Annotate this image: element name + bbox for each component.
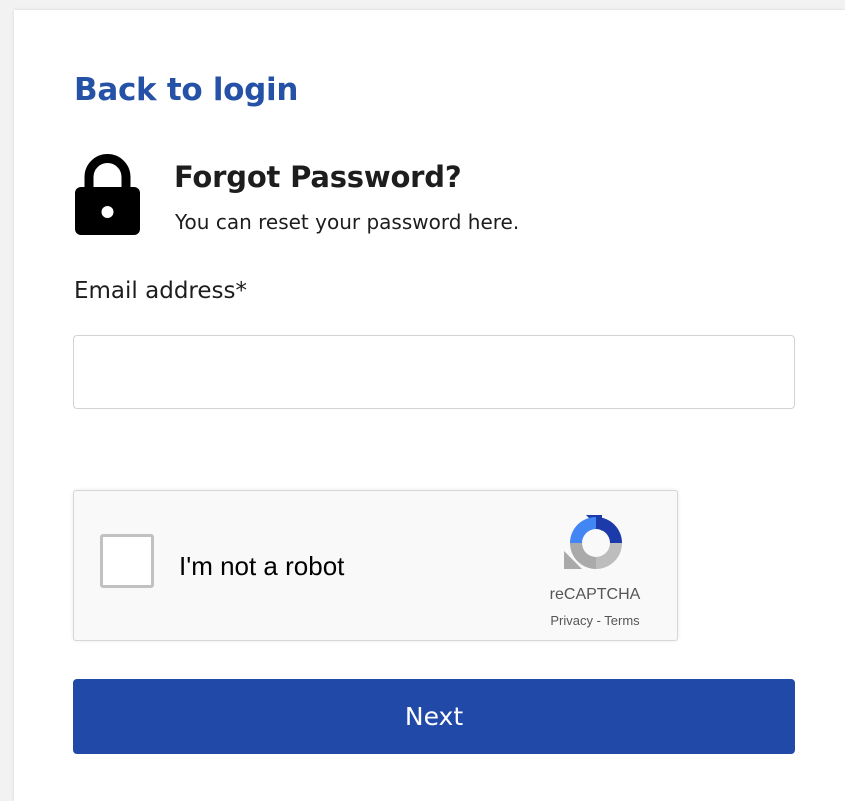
recaptcha-label: I'm not a robot <box>179 551 345 581</box>
recaptcha-brand: reCAPTCHA <box>549 586 641 603</box>
back-to-login-link[interactable]: Back to login <box>74 72 298 108</box>
recaptcha-checkbox[interactable] <box>100 534 154 588</box>
recaptcha-logo-icon <box>564 515 622 569</box>
recaptcha-links: Privacy - Terms <box>520 613 670 628</box>
lock-icon <box>75 154 140 235</box>
recaptcha-terms-link[interactable]: Terms <box>604 613 639 628</box>
recaptcha-privacy-link[interactable]: Privacy <box>550 613 593 628</box>
email-field[interactable] <box>73 335 795 409</box>
page-subtitle: You can reset your password here. <box>175 210 520 234</box>
page-title: Forgot Password? <box>174 160 462 194</box>
forgot-password-card: Back to login Forgot Password? You can r… <box>14 10 845 801</box>
next-button[interactable]: Next <box>73 679 795 754</box>
recaptcha-link-separator: - <box>592 613 605 628</box>
recaptcha-widget: I'm not a robot reCAPTCHA Privacy - Term… <box>73 490 678 641</box>
email-label: Email address* <box>74 278 247 304</box>
